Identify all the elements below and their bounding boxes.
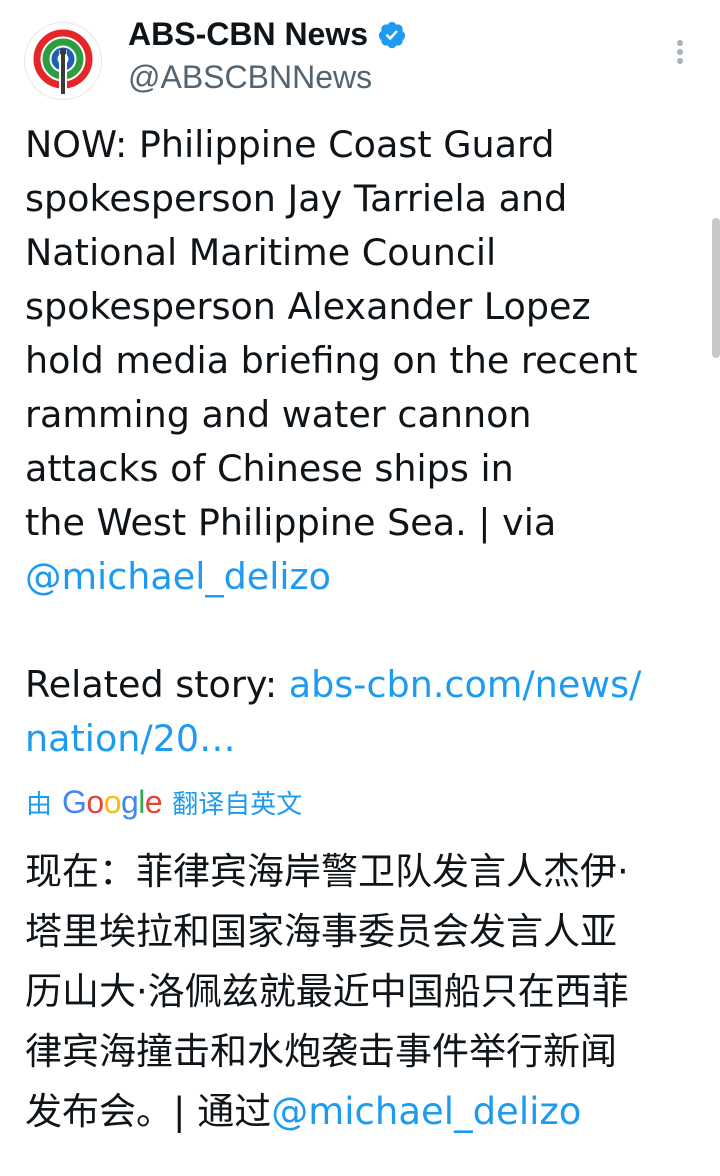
translated-line: 律宾海撞击和水炮袭击事件举行新闻	[25, 1030, 617, 1073]
related-story-link[interactable]: abs-cbn.com/news/	[289, 663, 642, 706]
abs-cbn-logo-icon	[33, 29, 93, 94]
tweet-line: hold media briefing on the recent	[25, 339, 638, 382]
tweet-text: NOW: Philippine Coast Guard spokesperson…	[25, 118, 695, 766]
tweet-line: National Maritime Council	[25, 231, 497, 274]
mention-link[interactable]: @michael_delizo	[25, 550, 695, 604]
account-handle[interactable]: @ABSCBNNews	[128, 59, 372, 96]
translated-line: 现在：菲律宾海岸警卫队发言人杰伊·	[25, 850, 629, 893]
tweet-line: spokesperson Alexander Lopez	[25, 285, 591, 328]
translated-mention-link[interactable]: @michael_delizo	[271, 1090, 581, 1133]
translated-text: 现在：菲律宾海岸警卫队发言人杰伊· 塔里埃拉和国家海事委员会发言人亚 历山大·洛…	[25, 842, 705, 1142]
tweet-line: the West Philippine Sea. | via	[25, 501, 557, 544]
verified-badge-icon	[378, 21, 406, 48]
tweet-header: ABS-CBN News @ABSCBNNews	[0, 0, 720, 112]
more-options-icon[interactable]	[664, 36, 696, 68]
tweet-line: ramming and water cannon	[25, 393, 532, 436]
translated-last-text: 发布会。| 通过	[25, 1090, 272, 1133]
google-logo: Google	[62, 783, 163, 820]
translated-line: 历山大·洛佩兹就最近中国船只在西菲	[25, 970, 629, 1013]
translated-line: 塔里埃拉和国家海事委员会发言人亚	[25, 910, 617, 953]
translated-by-google[interactable]: 由 Google 翻译自英文	[26, 780, 302, 824]
tweet-line: attacks of Chinese ships in	[25, 447, 514, 490]
avatar[interactable]	[24, 22, 102, 100]
related-story-label: Related story:	[25, 663, 289, 706]
related-story-link-continued[interactable]: nation/20…	[25, 712, 695, 766]
tweet-line: spokesperson Jay Tarriela and	[25, 177, 568, 220]
tweet-line: NOW: Philippine Coast Guard	[25, 123, 555, 166]
translate-prefix: 由	[26, 789, 53, 820]
account-name-row[interactable]: ABS-CBN News	[128, 16, 407, 53]
scrollbar[interactable]	[712, 218, 720, 358]
translate-suffix: 翻译自英文	[172, 789, 303, 820]
account-name[interactable]: ABS-CBN News	[128, 16, 368, 53]
translated-last-line: 发布会。| 通过@michael_delizo	[25, 1082, 705, 1142]
related-story-line: Related story: abs-cbn.com/news/	[25, 658, 695, 712]
